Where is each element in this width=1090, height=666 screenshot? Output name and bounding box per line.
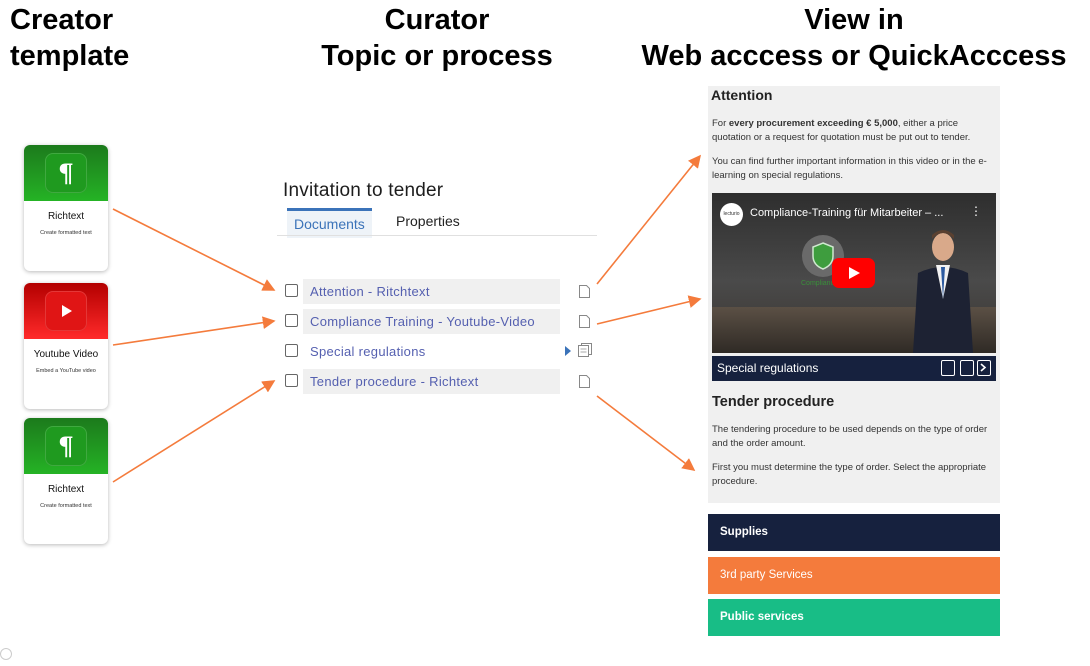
arrow-youtube-to-compliance	[112, 316, 276, 346]
flow-arrows	[112, 154, 702, 483]
arrow-tender-to-view	[596, 395, 696, 471]
corner-indicator-icon	[0, 648, 12, 660]
arrow-attention-to-view	[596, 154, 702, 285]
arrow-compliance-to-video	[596, 295, 702, 325]
arrow-richtext-to-tender	[112, 380, 276, 483]
arrow-richtext-to-attention	[112, 208, 276, 291]
